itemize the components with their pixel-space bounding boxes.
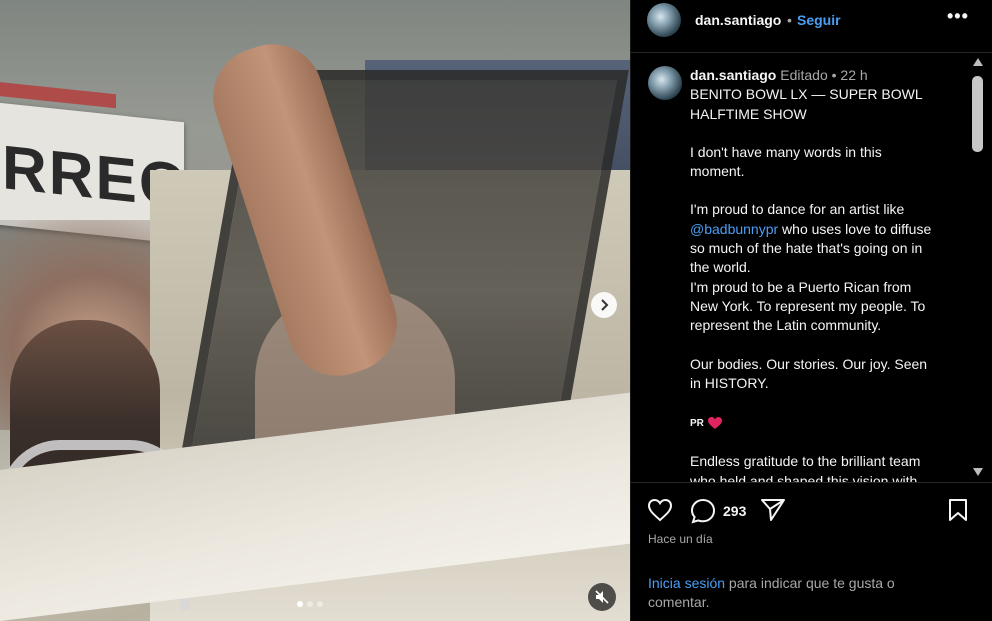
login-link[interactable]: Inicia sesión	[648, 575, 725, 591]
login-prompt: Inicia sesión para indicar que te gusta …	[648, 574, 948, 612]
caption-scrollbar[interactable]	[971, 52, 985, 482]
caption-time: 22 h	[840, 67, 868, 83]
carousel-dot-3	[317, 601, 323, 607]
caption-line: BENITO BOWL LX — SUPER BOWL	[690, 86, 923, 103]
caption-text: dan.santiago Editado • 22 h BENITO BOWL …	[690, 66, 952, 483]
more-options-button[interactable]: •••	[947, 6, 969, 27]
caption-area: dan.santiago Editado • 22 h BENITO BOWL …	[631, 52, 992, 483]
header-separator: •	[787, 12, 792, 28]
scroll-thumb[interactable]	[972, 76, 983, 152]
caption-line: who held and shaped this vision with	[690, 472, 918, 483]
carousel-dot-2	[307, 601, 313, 607]
save-button[interactable]	[947, 498, 969, 527]
caption-line: Our bodies. Our stories. Our joy. Seen	[690, 355, 928, 372]
caption-line: I don't have many words in this	[690, 143, 882, 160]
post-panel: dan.santiago • Seguir ••• dan.santiago E…	[630, 0, 992, 621]
edited-label: Editado	[780, 67, 828, 83]
caption-line: HALFTIME SHOW	[690, 105, 807, 122]
caption-line: moment.	[690, 163, 745, 180]
mention-link[interactable]: @badbunnypr	[690, 221, 778, 237]
comment-count: 293	[723, 503, 747, 519]
next-slide-button[interactable]	[591, 292, 617, 318]
follow-button[interactable]: Seguir	[797, 12, 841, 28]
post-media[interactable]: RREO	[0, 0, 630, 621]
avatar[interactable]	[647, 3, 681, 37]
caption-line: represent the Latin community.	[690, 317, 882, 334]
caption-line: the world.	[690, 259, 751, 276]
send-icon	[761, 499, 785, 521]
mute-button[interactable]	[588, 583, 616, 611]
header-username[interactable]: dan.santiago	[695, 12, 781, 28]
bookmark-icon	[949, 499, 967, 521]
caption-line: in HISTORY.	[690, 374, 769, 391]
caption-username[interactable]: dan.santiago	[690, 67, 776, 83]
like-button[interactable]	[647, 498, 673, 527]
action-bar: 293	[631, 490, 992, 534]
red-heart-icon	[707, 416, 722, 429]
heart-icon	[647, 498, 673, 522]
comment-button[interactable]	[690, 498, 716, 529]
carousel-indicator	[297, 601, 323, 607]
caption-line: I'm proud to be a Puerto Rican from	[690, 278, 912, 295]
caption-line: I'm proud to dance for an artist like	[690, 201, 905, 218]
scroll-up-arrow[interactable]	[973, 58, 983, 66]
caption-line: Endless gratitude to the brilliant team	[690, 453, 921, 470]
puerto-rico-flag-label: PR	[690, 418, 704, 430]
scroll-down-arrow[interactable]	[973, 468, 983, 476]
caption-line: New York. To represent my people. To	[690, 297, 926, 314]
chevron-right-icon	[601, 299, 609, 311]
caption-line: so much of the hate that's going on in	[690, 240, 923, 257]
post-header: dan.santiago • Seguir •••	[631, 0, 992, 53]
post-timestamp: Hace un día	[648, 532, 713, 546]
caption-line: who uses love to diffuse	[778, 220, 932, 237]
carousel-dot-1	[297, 601, 303, 607]
comment-icon	[690, 498, 716, 524]
caption-separator: •	[831, 67, 837, 83]
share-button[interactable]	[760, 498, 786, 527]
speaker-muted-icon	[595, 590, 609, 604]
caption-avatar[interactable]	[648, 66, 682, 100]
